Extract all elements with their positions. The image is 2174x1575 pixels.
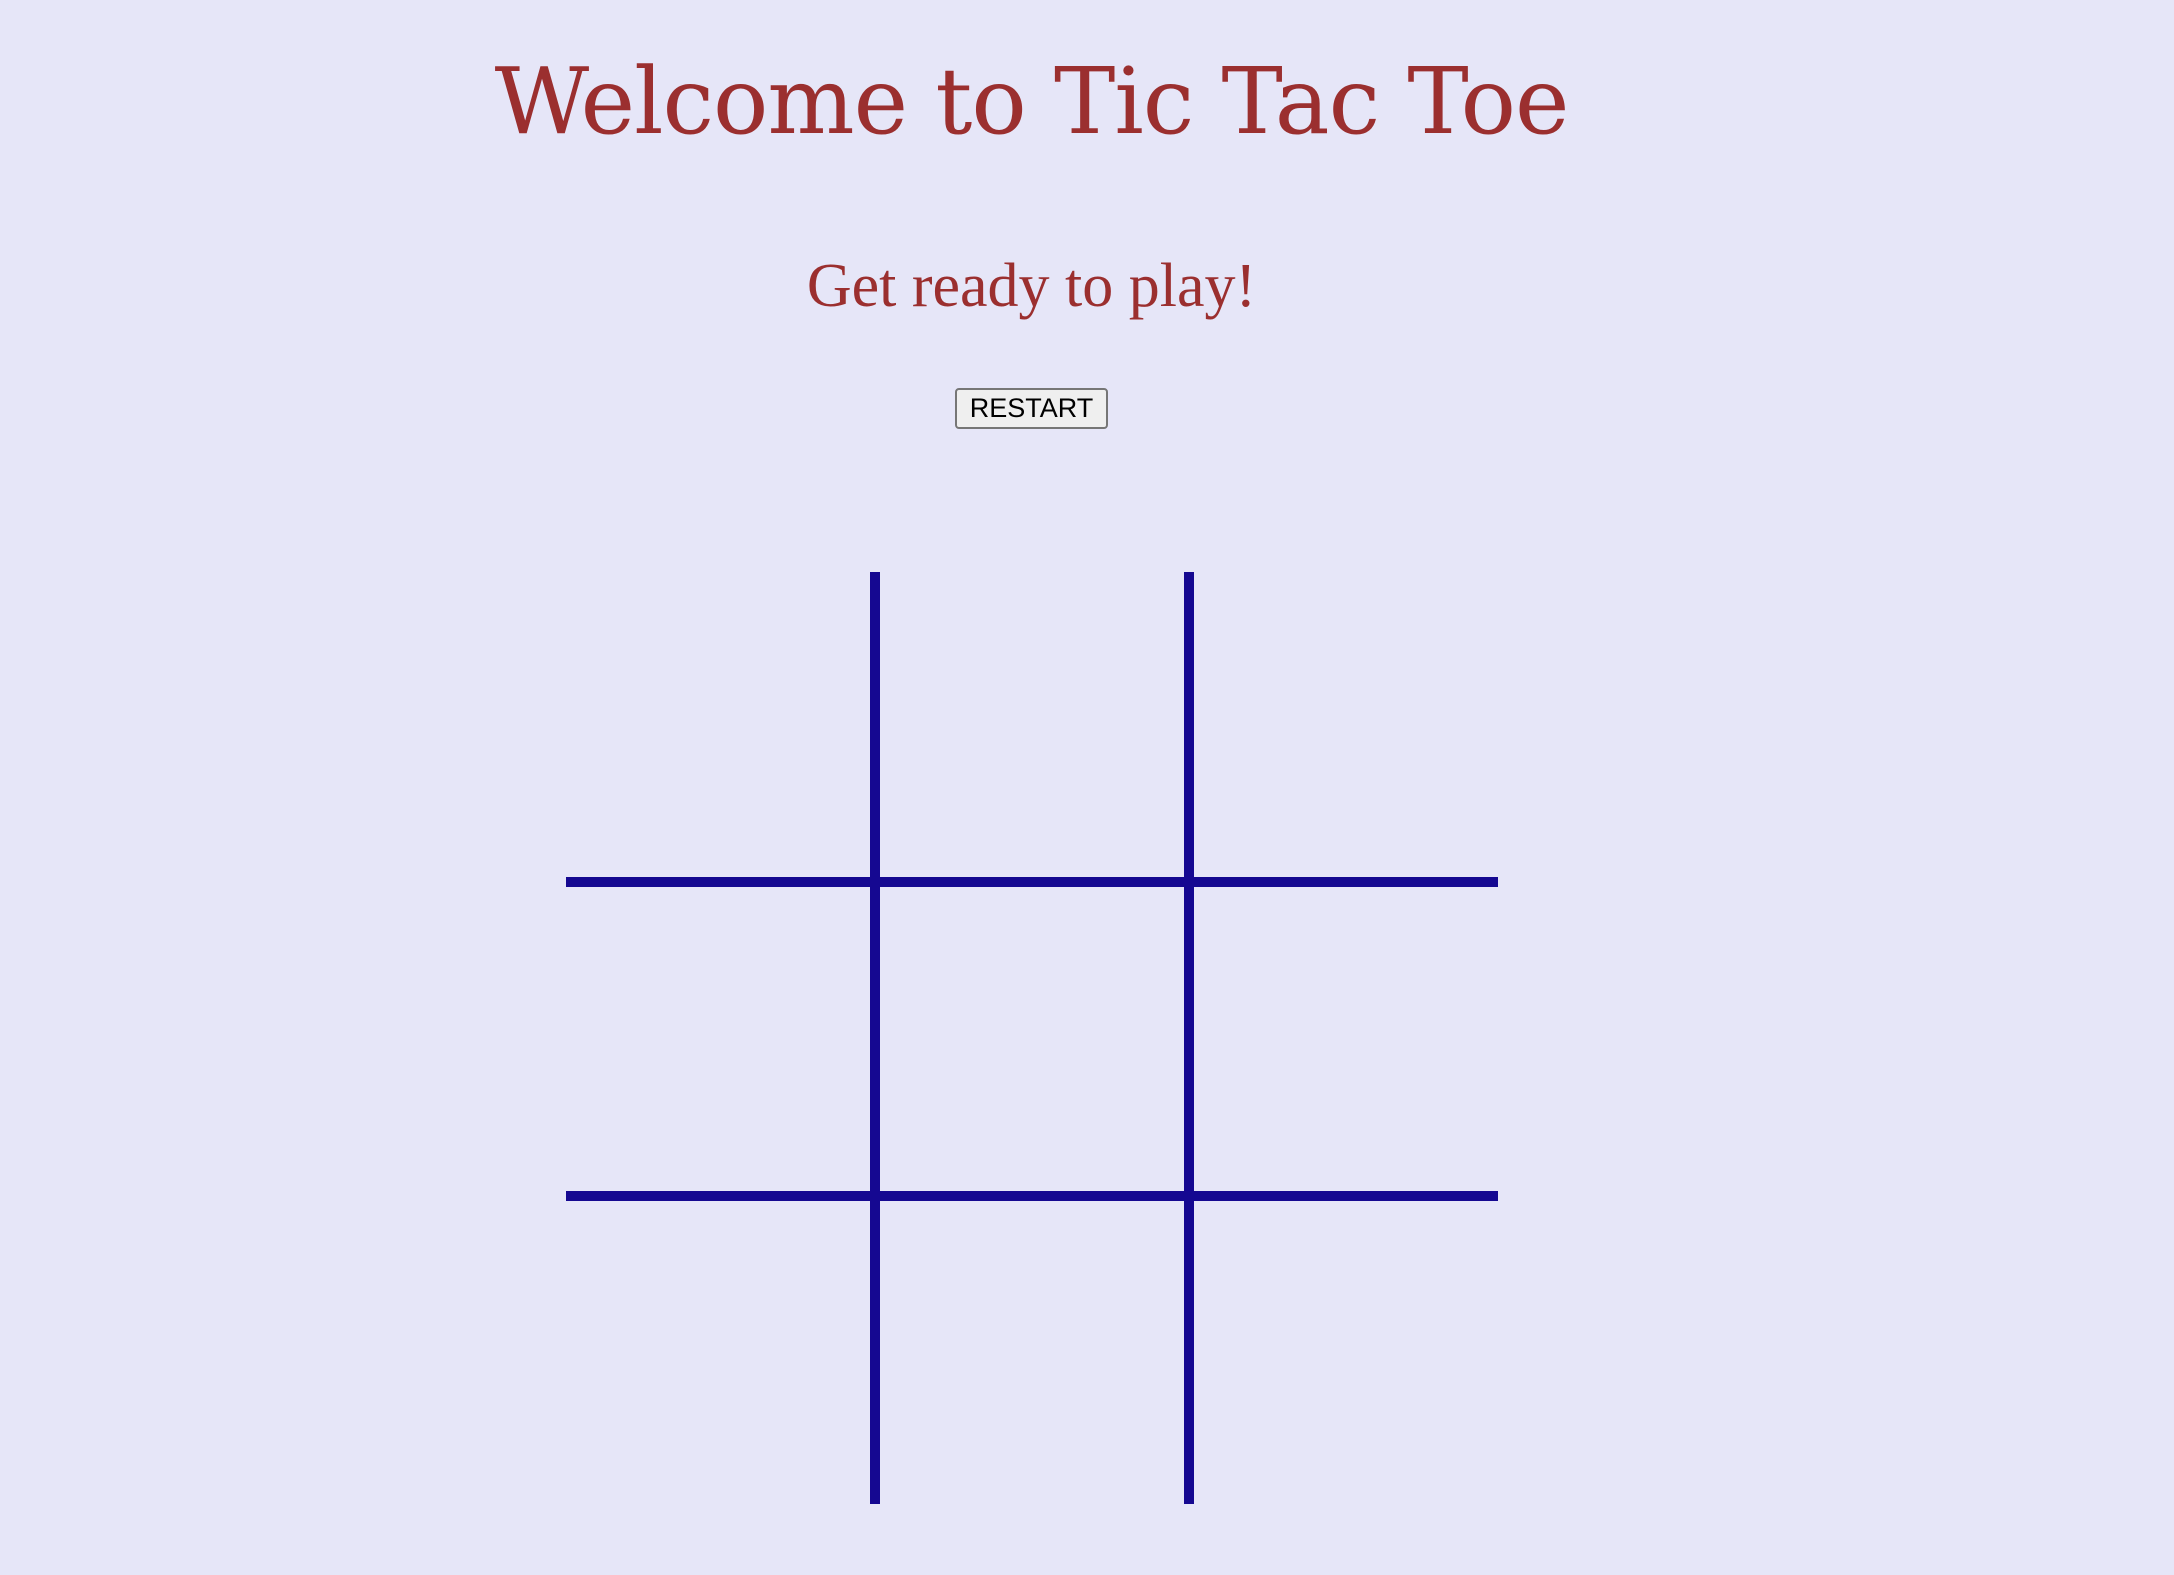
page-title: Welcome to Tic Tac Toe [494,48,1570,155]
board-cell-3[interactable] [1193,572,1503,882]
grid-line-horizontal-2 [566,1191,1498,1201]
board-cell-9[interactable] [1193,1199,1503,1509]
grid-line-vertical-2 [1184,572,1194,1504]
game-board [566,572,1498,1504]
board-cell-1[interactable] [566,572,876,882]
game-status: Get ready to play! [806,252,1257,320]
board-cell-4[interactable] [566,887,876,1197]
game-page: Welcome to Tic Tac Toe Get ready to play… [0,0,2174,1575]
board-cell-6[interactable] [1193,887,1503,1197]
restart-button[interactable]: RESTART [955,388,1108,429]
board-cell-8[interactable] [881,1199,1191,1509]
grid-line-horizontal-1 [566,877,1498,887]
grid-line-vertical-1 [870,572,880,1504]
board-cell-5[interactable] [881,887,1191,1197]
board-cell-7[interactable] [566,1199,876,1509]
board-cell-2[interactable] [881,572,1191,882]
